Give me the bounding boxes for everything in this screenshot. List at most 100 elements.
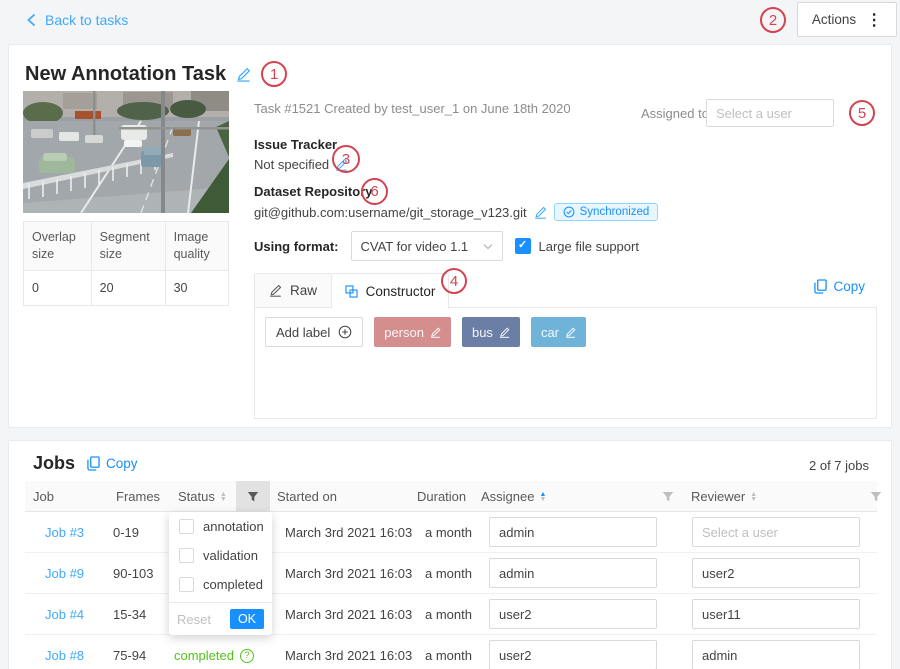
edit-label-icon[interactable] [430, 327, 441, 338]
repository-url: git@github.com:username/git_storage_v123… [254, 205, 527, 220]
labels-constructor-panel: Add label person bus [254, 308, 877, 419]
task-details-card: New Annotation Task 1 [8, 44, 892, 428]
job-row: Job #9 90-103 March 3rd 2021 16:03 a mon… [25, 553, 877, 594]
copy-icon [87, 456, 100, 471]
job-frames: 15-34 [113, 594, 146, 635]
filter-reset-button[interactable]: Reset [177, 612, 211, 627]
back-to-tasks-label: Back to tasks [45, 12, 128, 28]
jobs-count: 2 of 7 jobs [809, 458, 869, 473]
job-status-completed: completed ? [174, 635, 254, 669]
assigned-to-label: Assigned to [641, 106, 709, 121]
assignee-input[interactable] [489, 558, 657, 588]
job-started: March 3rd 2021 16:03 [285, 635, 412, 669]
sync-status-badge: Synchronized [554, 203, 659, 221]
task-preview-image [23, 91, 229, 213]
callout-4: 4 [441, 268, 467, 294]
large-file-support-checkbox[interactable] [515, 238, 531, 254]
add-label-text: Add label [276, 325, 330, 340]
export-format-select[interactable]: CVAT for video 1.1 [351, 231, 503, 261]
callout-5: 5 [849, 100, 875, 126]
copy-labels-button[interactable]: Copy [814, 279, 865, 294]
callout-3: 3 [332, 145, 360, 173]
copy-jobs-button[interactable]: Copy [87, 456, 138, 471]
edit-repository-icon[interactable] [534, 206, 547, 219]
edit-title-icon[interactable] [236, 67, 251, 82]
filter-funnel-icon [870, 491, 882, 503]
label-chip-car[interactable]: car [531, 317, 586, 347]
job-duration: a month [425, 594, 472, 635]
job-row: Job #4 15-34 March 3rd 2021 16:03 a mont… [25, 594, 877, 635]
checkbox-validation[interactable] [179, 548, 194, 563]
col-assignee: Assignee [481, 489, 534, 504]
label-chip-person-text: person [384, 325, 424, 340]
edit-icon [269, 284, 282, 297]
col-started: Started on [277, 489, 337, 504]
dataset-repository-label: Dataset Repository [254, 184, 372, 199]
task-title: New Annotation Task [25, 63, 226, 86]
col-frames: Frames [116, 489, 160, 504]
reviewer-input[interactable] [692, 640, 860, 669]
assigned-to-input[interactable] [706, 99, 834, 127]
job-link[interactable]: Job #9 [45, 553, 84, 594]
job-frames: 75-94 [113, 635, 146, 669]
export-format-value: CVAT for video 1.1 [361, 239, 469, 254]
job-frames: 0-19 [113, 512, 139, 553]
assignee-filter-button[interactable] [651, 481, 685, 512]
edit-label-icon[interactable] [565, 327, 576, 338]
tab-raw[interactable]: Raw [254, 273, 332, 308]
job-link[interactable]: Job #8 [45, 635, 84, 669]
param-value-quality: 30 [165, 270, 228, 305]
jobs-table-header: Job Frames Status ▲▼ Started on Duration… [25, 481, 877, 512]
tab-constructor[interactable]: Constructor [331, 273, 449, 309]
edit-label-icon[interactable] [499, 327, 510, 338]
col-duration: Duration [417, 489, 466, 504]
col-status-sort[interactable]: Status ▲▼ [178, 481, 227, 512]
assignee-input[interactable] [489, 640, 657, 669]
assignee-input[interactable] [489, 517, 657, 547]
chevron-down-icon [483, 243, 493, 250]
cvat-task-page: Back to tasks 2 Actions ⋮ New Annotation… [0, 0, 900, 669]
plus-circle-icon [338, 325, 352, 339]
job-duration: a month [425, 553, 472, 594]
checkbox-completed[interactable] [179, 577, 194, 592]
filter-ok-button[interactable]: OK [230, 609, 264, 629]
add-label-button[interactable]: Add label [265, 317, 363, 347]
reviewer-filter-button[interactable] [859, 481, 893, 512]
filter-option-annotation[interactable]: annotation [169, 512, 272, 541]
status-filter-button[interactable] [236, 481, 270, 512]
job-started: March 3rd 2021 16:03 [285, 512, 412, 553]
label-chip-person[interactable]: person [374, 317, 451, 347]
checkbox-annotation[interactable] [179, 519, 194, 534]
jobs-card: Jobs Copy 2 of 7 jobs Job Frames Status … [8, 440, 892, 669]
assignee-input[interactable] [489, 599, 657, 629]
job-duration: a month [425, 635, 472, 669]
format-row: Using format: CVAT for video 1.1 Large f… [254, 231, 639, 261]
col-reviewer-sort[interactable]: Reviewer ▲▼ [691, 481, 757, 512]
col-job: Job [33, 489, 54, 504]
reviewer-input[interactable] [692, 599, 860, 629]
task-params-table: Overlap size Segment size Image quality … [23, 221, 229, 306]
filter-funnel-icon [247, 491, 259, 503]
reviewer-input[interactable] [692, 517, 860, 547]
task-meta: Task #1521 Created by test_user_1 on Jun… [254, 101, 571, 116]
back-to-tasks-link[interactable]: Back to tasks [26, 12, 128, 28]
large-file-support-label: Large file support [539, 239, 639, 254]
filter-option-validation[interactable]: validation [169, 541, 272, 570]
label-chip-car-text: car [541, 325, 559, 340]
filter-option-completed[interactable]: completed [169, 570, 272, 599]
jobs-title: Jobs [33, 453, 75, 474]
col-reviewer: Reviewer [691, 489, 745, 504]
kebab-menu-icon: ⋮ [866, 10, 882, 30]
label-chip-bus[interactable]: bus [462, 317, 520, 347]
copy-icon [814, 279, 827, 294]
col-assignee-sort[interactable]: Assignee ▲▼ [481, 481, 546, 512]
reviewer-input[interactable] [692, 558, 860, 588]
check-circle-icon [563, 206, 575, 218]
job-link[interactable]: Job #4 [45, 594, 84, 635]
copy-labels-label: Copy [833, 279, 865, 294]
issue-tracker-value: Not specified [254, 157, 329, 172]
job-link[interactable]: Job #3 [45, 512, 84, 553]
actions-button[interactable]: Actions ⋮ [797, 2, 897, 37]
tab-raw-label: Raw [290, 283, 317, 298]
question-circle-icon: ? [240, 649, 254, 663]
